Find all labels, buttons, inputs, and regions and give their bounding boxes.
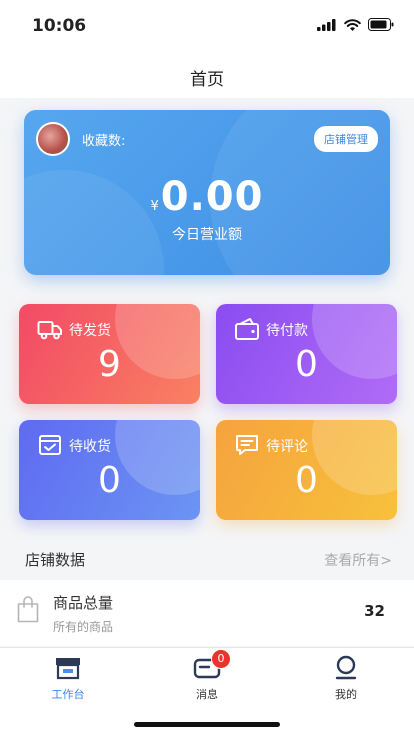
comment-icon (236, 435, 258, 455)
card-count: 0 (295, 344, 318, 385)
card-title: 待发货 (69, 323, 111, 339)
tab-profile[interactable]: 我的 (301, 654, 391, 702)
card-pending-receipt[interactable]: 待收货 0 (19, 420, 200, 520)
tab-label: 工作台 (51, 688, 85, 701)
view-all-link[interactable]: 查看所有> (324, 550, 392, 570)
section-title: 店铺数据 (25, 551, 86, 569)
status-time: 10:06 (32, 16, 87, 36)
page-title: 首页 (190, 70, 224, 90)
stat-value: 32 (364, 602, 385, 620)
tab-messages[interactable]: 0 消息 (162, 649, 252, 702)
shop-manage-button[interactable]: 店铺管理 (314, 126, 378, 152)
tab-workbench[interactable]: 工作台 (23, 654, 113, 702)
currency-symbol: ¥ (150, 199, 159, 214)
message-badge: 0 (211, 649, 231, 669)
card-count: 0 (295, 460, 318, 501)
revenue-amount: ¥0.00 (24, 174, 390, 220)
card-title: 待评论 (266, 439, 308, 455)
nav-bar: 首页 (0, 48, 414, 98)
card-pending-payment[interactable]: 待付款 0 (216, 304, 397, 404)
signal-icon (317, 18, 336, 31)
card-pending-review[interactable]: 待评论 0 (216, 420, 397, 520)
battery-icon (368, 18, 394, 31)
tab-label: 消息 (196, 688, 218, 701)
home-indicator[interactable] (134, 722, 280, 727)
shop-avatar[interactable] (36, 122, 70, 156)
shop-data-header: 店铺数据 查看所有> (0, 540, 414, 576)
card-pending-shipment[interactable]: 待发货 9 (19, 304, 200, 404)
shopping-bag-icon (17, 596, 39, 623)
profile-icon (335, 655, 357, 680)
card-title: 待收货 (69, 439, 111, 455)
stat-row-total-products[interactable]: 商品总量 所有的商品 32 (0, 580, 414, 646)
tab-label: 我的 (335, 688, 357, 701)
wallet-icon (235, 318, 259, 340)
system-icons (317, 18, 394, 31)
card-count: 0 (98, 460, 121, 501)
card-title: 待付款 (266, 323, 308, 339)
status-bar: 10:06 (0, 0, 414, 48)
favorites-label: 收藏数: (82, 134, 126, 149)
revenue-card: 收藏数: 店铺管理 ¥0.00 今日营业额 (24, 110, 390, 275)
truck-icon (37, 321, 62, 340)
card-count: 9 (98, 344, 121, 385)
wifi-icon (344, 18, 361, 31)
stat-title: 商品总量 (53, 594, 114, 612)
revenue-label: 今日营业额 (172, 227, 242, 243)
revenue-value: 0.00 (160, 174, 264, 220)
stat-subtitle: 所有的商品 (53, 620, 114, 634)
store-icon (56, 658, 80, 680)
receive-box-icon (39, 435, 61, 455)
